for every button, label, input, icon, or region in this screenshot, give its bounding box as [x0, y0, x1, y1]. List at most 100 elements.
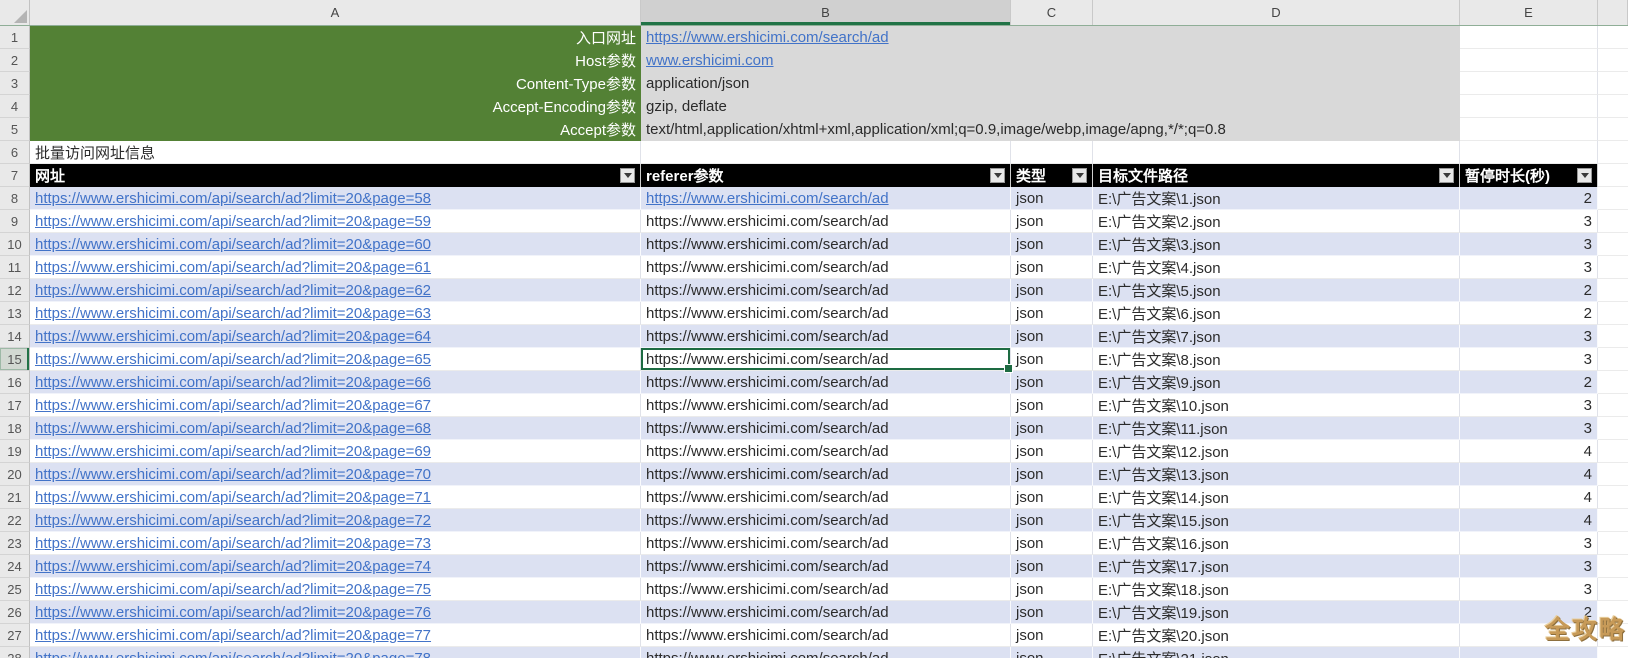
type-cell[interactable]: json [1011, 509, 1093, 532]
referer-cell[interactable]: https://www.ershicimi.com/search/ad [641, 532, 1011, 555]
empty-cell[interactable] [1598, 555, 1628, 578]
referer-cell[interactable]: https://www.ershicimi.com/search/ad [641, 325, 1011, 348]
pause-cell[interactable]: 4 [1460, 509, 1598, 532]
empty-cell[interactable] [1598, 486, 1628, 509]
row-header-6[interactable]: 6 [0, 141, 30, 164]
referer-cell[interactable]: https://www.ershicimi.com/search/ad [641, 509, 1011, 532]
config-label-cell[interactable]: Accept参数 [30, 118, 641, 141]
config-value-link[interactable]: https://www.ershicimi.com/search/ad [646, 29, 889, 46]
url-cell[interactable]: https://www.ershicimi.com/api/search/ad?… [30, 509, 641, 532]
path-cell[interactable]: E:\广告文案\16.json [1093, 532, 1460, 555]
empty-cell[interactable] [1598, 325, 1628, 348]
pause-cell[interactable]: 3 [1460, 417, 1598, 440]
path-cell[interactable]: E:\广告文案\19.json [1093, 601, 1460, 624]
type-cell[interactable]: json [1011, 348, 1093, 371]
referer-cell[interactable]: https://www.ershicimi.com/search/ad [641, 302, 1011, 325]
table-column-header[interactable]: 暂停时长(秒) [1460, 164, 1598, 187]
pause-cell[interactable]: 3 [1460, 256, 1598, 279]
select-all-corner[interactable] [0, 0, 30, 25]
path-cell[interactable]: E:\广告文案\18.json [1093, 578, 1460, 601]
row-header-8[interactable]: 8 [0, 187, 30, 210]
url-cell[interactable]: https://www.ershicimi.com/api/search/ad?… [30, 647, 641, 658]
empty-cell[interactable] [1460, 95, 1598, 118]
url-link[interactable]: https://www.ershicimi.com/api/search/ad?… [35, 535, 431, 552]
filter-button[interactable] [1072, 168, 1087, 183]
empty-cell[interactable] [1598, 440, 1628, 463]
path-cell[interactable]: E:\广告文案\14.json [1093, 486, 1460, 509]
pause-cell[interactable] [1460, 647, 1598, 658]
path-cell[interactable]: E:\广告文案\4.json [1093, 256, 1460, 279]
empty-cell[interactable] [1598, 49, 1628, 72]
empty-cell[interactable] [641, 141, 1011, 164]
url-link[interactable]: https://www.ershicimi.com/api/search/ad?… [35, 581, 431, 598]
referer-link[interactable]: https://www.ershicimi.com/search/ad [646, 190, 889, 207]
row-header-16[interactable]: 16 [0, 371, 30, 394]
referer-cell[interactable]: https://www.ershicimi.com/search/ad [641, 256, 1011, 279]
type-cell[interactable]: json [1011, 302, 1093, 325]
config-value-cell[interactable]: gzip, deflate [641, 95, 1460, 118]
url-cell[interactable]: https://www.ershicimi.com/api/search/ad?… [30, 325, 641, 348]
empty-cell[interactable] [1598, 279, 1628, 302]
empty-cell[interactable] [1598, 394, 1628, 417]
url-cell[interactable]: https://www.ershicimi.com/api/search/ad?… [30, 210, 641, 233]
row-header-1[interactable]: 1 [0, 26, 30, 49]
referer-cell[interactable]: https://www.ershicimi.com/search/ad [641, 233, 1011, 256]
url-cell[interactable]: https://www.ershicimi.com/api/search/ad?… [30, 486, 641, 509]
row-header-24[interactable]: 24 [0, 555, 30, 578]
referer-cell[interactable]: https://www.ershicimi.com/search/ad [641, 371, 1011, 394]
column-header-A[interactable]: A [30, 0, 641, 25]
row-header-23[interactable]: 23 [0, 532, 30, 555]
type-cell[interactable]: json [1011, 187, 1093, 210]
row-header-28[interactable]: 28 [0, 647, 30, 658]
row-header-25[interactable]: 25 [0, 578, 30, 601]
type-cell[interactable]: json [1011, 601, 1093, 624]
url-link[interactable]: https://www.ershicimi.com/api/search/ad?… [35, 489, 431, 506]
type-cell[interactable]: json [1011, 486, 1093, 509]
empty-cell[interactable] [1598, 417, 1628, 440]
referer-cell[interactable]: https://www.ershicimi.com/search/ad [641, 486, 1011, 509]
path-cell[interactable]: E:\广告文案\10.json [1093, 394, 1460, 417]
empty-cell[interactable] [1598, 187, 1628, 210]
url-cell[interactable]: https://www.ershicimi.com/api/search/ad?… [30, 532, 641, 555]
row-header-27[interactable]: 27 [0, 624, 30, 647]
empty-cell[interactable] [1598, 72, 1628, 95]
url-cell[interactable]: https://www.ershicimi.com/api/search/ad?… [30, 348, 641, 371]
url-link[interactable]: https://www.ershicimi.com/api/search/ad?… [35, 558, 431, 575]
url-link[interactable]: https://www.ershicimi.com/api/search/ad?… [35, 604, 431, 621]
referer-cell[interactable]: https://www.ershicimi.com/search/ad [641, 417, 1011, 440]
type-cell[interactable]: json [1011, 371, 1093, 394]
url-link[interactable]: https://www.ershicimi.com/api/search/ad?… [35, 420, 431, 437]
path-cell[interactable]: E:\广告文案\12.json [1093, 440, 1460, 463]
pause-cell[interactable]: 2 [1460, 279, 1598, 302]
path-cell[interactable]: E:\广告文案\20.json [1093, 624, 1460, 647]
empty-cell[interactable] [1598, 141, 1628, 164]
path-cell[interactable]: E:\广告文案\5.json [1093, 279, 1460, 302]
config-label-cell[interactable]: Content-Type参数 [30, 72, 641, 95]
table-column-header[interactable]: 目标文件路径 [1093, 164, 1460, 187]
pause-cell[interactable]: 3 [1460, 532, 1598, 555]
url-link[interactable]: https://www.ershicimi.com/api/search/ad?… [35, 627, 431, 644]
referer-cell[interactable]: https://www.ershicimi.com/search/ad [641, 463, 1011, 486]
empty-cell[interactable] [1598, 509, 1628, 532]
url-cell[interactable]: https://www.ershicimi.com/api/search/ad?… [30, 555, 641, 578]
row-header-4[interactable]: 4 [0, 95, 30, 118]
referer-cell[interactable]: https://www.ershicimi.com/search/ad [641, 187, 1011, 210]
path-cell[interactable]: E:\广告文案\6.json [1093, 302, 1460, 325]
referer-cell[interactable]: https://www.ershicimi.com/search/ad [641, 555, 1011, 578]
row-header-11[interactable]: 11 [0, 256, 30, 279]
row-header-2[interactable]: 2 [0, 49, 30, 72]
type-cell[interactable]: json [1011, 532, 1093, 555]
type-cell[interactable]: json [1011, 233, 1093, 256]
table-column-header[interactable]: 网址 [30, 164, 641, 187]
config-label-cell[interactable]: 入口网址 [30, 26, 641, 49]
empty-cell[interactable] [1598, 647, 1628, 658]
url-link[interactable]: https://www.ershicimi.com/api/search/ad?… [35, 305, 431, 322]
url-cell[interactable]: https://www.ershicimi.com/api/search/ad?… [30, 394, 641, 417]
fill-handle[interactable] [1004, 364, 1013, 373]
url-cell[interactable]: https://www.ershicimi.com/api/search/ad?… [30, 417, 641, 440]
path-cell[interactable]: E:\广告文案\15.json [1093, 509, 1460, 532]
filter-button[interactable] [990, 168, 1005, 183]
row-header-12[interactable]: 12 [0, 279, 30, 302]
path-cell[interactable]: E:\广告文案\11.json [1093, 417, 1460, 440]
pause-cell[interactable]: 3 [1460, 394, 1598, 417]
